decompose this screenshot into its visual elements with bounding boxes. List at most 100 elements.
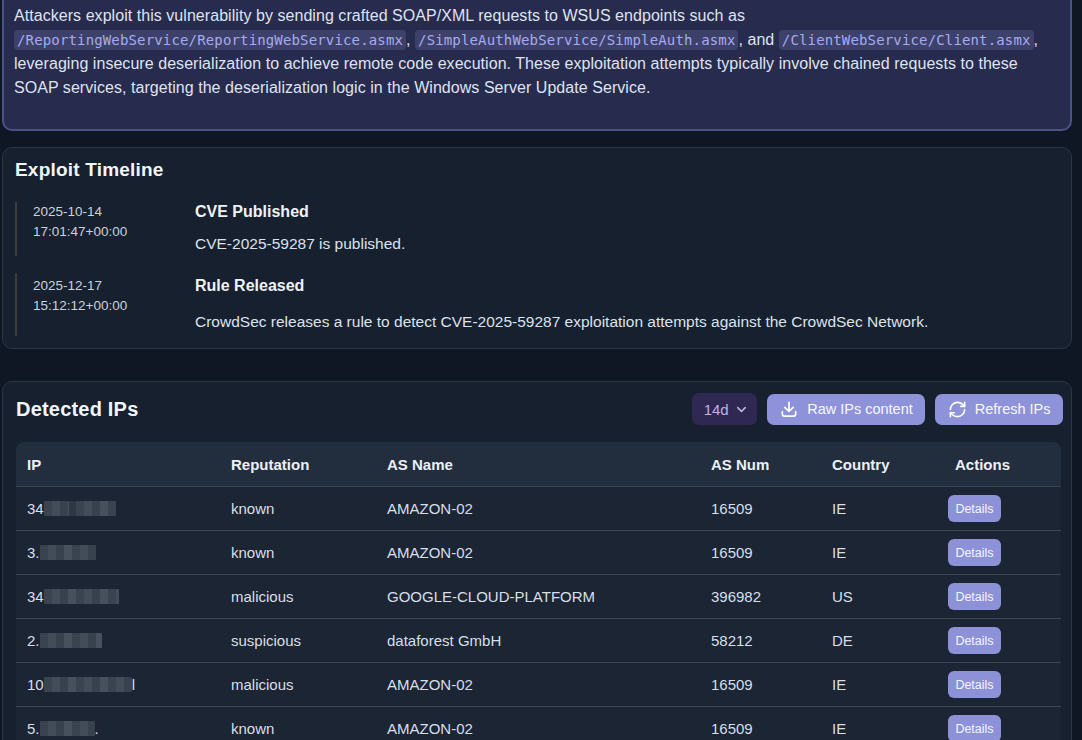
raw-ips-content-label: Raw IPs content — [807, 401, 913, 417]
cell-as-name: AMAZON-02 — [376, 720, 700, 737]
table-row: 5..knownAMAZON-0216509IEDetails — [16, 706, 1061, 740]
cell-actions: Details — [944, 539, 1061, 566]
cell-country: IE — [821, 500, 944, 517]
cell-reputation: suspicious — [220, 632, 376, 649]
cell-country: IE — [821, 720, 944, 737]
cell-as-name: AMAZON-02 — [376, 544, 700, 561]
cell-country: US — [821, 588, 944, 605]
cell-ip: 3. — [16, 544, 220, 561]
timeline-event-title: CVE Published — [195, 202, 1059, 222]
timeline-event-description: CrowdSec releases a rule to detect CVE-2… — [195, 312, 1059, 332]
ip-redacted-blur — [69, 501, 76, 516]
table-row: 3. knownAMAZON-0216509IEDetails — [16, 530, 1061, 574]
ip-visible-prefix: 5. — [27, 720, 40, 737]
timeline-event-date: 2025-12-17 — [33, 276, 195, 296]
column-header-ip: IP — [16, 456, 220, 473]
cell-ip: 34 — [16, 588, 220, 605]
timeline-event-time: 15:12:12+00:00 — [33, 296, 195, 316]
vulnerability-description-text: Attackers exploit this vulnerability by … — [14, 4, 1060, 99]
ip-visible-prefix: 10 — [27, 676, 44, 693]
description-text-before: Attackers exploit this vulnerability by … — [14, 7, 745, 24]
cell-actions: Details — [944, 715, 1061, 740]
cell-as-num: 16509 — [700, 676, 821, 693]
ip-visible-prefix: 3. — [27, 544, 40, 561]
ip-redacted-blur — [76, 501, 116, 516]
cell-reputation: known — [220, 544, 376, 561]
details-button[interactable]: Details — [948, 583, 1001, 610]
detected-ips-header: Detected IPs 14d Raw IPs content Refresh… — [11, 393, 1063, 425]
cell-as-num: 16509 — [700, 500, 821, 517]
detected-ips-controls: 14d Raw IPs content Refresh IPs — [692, 393, 1063, 425]
cell-as-num: 16509 — [700, 720, 821, 737]
cell-actions: Details — [944, 627, 1061, 654]
exploit-timeline-title: Exploit Timeline — [15, 159, 1059, 180]
ip-redacted-blur — [40, 545, 96, 560]
cell-reputation: malicious — [220, 676, 376, 693]
table-row: 10lmaliciousAMAZON-0216509IEDetails — [16, 662, 1061, 706]
column-header-reputation: Reputation — [220, 456, 376, 473]
timeline-event-title: Rule Released — [195, 276, 1059, 296]
timeline-event-datetime: 2025-10-1417:01:47+00:00 — [33, 202, 195, 254]
download-icon — [779, 399, 799, 419]
table-body: 34knownAMAZON-0216509IEDetails3.knownAMA… — [16, 486, 1061, 740]
cell-country: IE — [821, 544, 944, 561]
ip-redacted-blur — [44, 677, 132, 692]
cell-actions: Details — [944, 583, 1061, 610]
cell-as-num: 396982 — [700, 588, 821, 605]
ip-visible-prefix: 2. — [27, 632, 40, 649]
cell-actions: Details — [944, 495, 1061, 522]
column-header-as-num: AS Num — [700, 456, 821, 473]
refresh-ips-button[interactable]: Refresh IPs — [935, 394, 1063, 425]
cell-as-num: 16509 — [700, 544, 821, 561]
timeline-event-body: CVE Published CVE-2025-59287 is published… — [195, 202, 1059, 254]
column-header-actions: Actions — [944, 456, 1061, 473]
raw-ips-content-button[interactable]: Raw IPs content — [767, 394, 926, 425]
ip-visible-prefix: 34 — [27, 500, 44, 517]
table-row: 34 maliciousGOOGLE-CLOUD-PLATFORM396982US… — [16, 574, 1061, 618]
ip-visible-prefix: 34 — [27, 588, 44, 605]
cell-country: DE — [821, 632, 944, 649]
cell-reputation: malicious — [220, 588, 376, 605]
timeline-items: 2025-10-1417:01:47+00:00CVE PublishedCVE… — [15, 202, 1059, 336]
column-header-country: Country — [821, 456, 944, 473]
cell-as-name: GOOGLE-CLOUD-PLATFORM — [376, 588, 700, 605]
cell-as-num: 58212 — [700, 632, 821, 649]
cell-reputation: known — [220, 720, 376, 737]
detected-ips-panel: Detected IPs 14d Raw IPs content Refresh… — [2, 381, 1072, 740]
cell-country: IE — [821, 676, 944, 693]
cell-as-name: AMAZON-02 — [376, 500, 700, 517]
detected-ips-title: Detected IPs — [16, 399, 138, 420]
details-button[interactable]: Details — [948, 671, 1001, 698]
timeline-event-description: CVE-2025-59287 is published. — [195, 234, 1059, 254]
details-button[interactable]: Details — [948, 539, 1001, 566]
details-button[interactable]: Details — [948, 715, 1001, 740]
details-button[interactable]: Details — [948, 495, 1001, 522]
cell-ip: 34 — [16, 500, 220, 517]
table-header-row: IP Reputation AS Name AS Num Country Act… — [16, 442, 1061, 486]
timeline-event-date: 2025-10-14 — [33, 202, 195, 222]
period-select-value: 14d — [704, 401, 729, 418]
ip-visible-suffix: l — [132, 676, 135, 693]
column-header-as-name: AS Name — [376, 456, 700, 473]
ip-redacted-blur — [44, 589, 119, 604]
ip-redacted-blur — [44, 501, 69, 516]
endpoint-code-chip-simpleauth: /SimpleAuthWebService/SimpleAuth.asmx — [415, 30, 738, 50]
description-separator-2: , and — [738, 31, 778, 48]
period-select[interactable]: 14d — [692, 393, 757, 425]
description-separator-1: , — [406, 31, 415, 48]
detected-ips-table: IP Reputation AS Name AS Num Country Act… — [16, 442, 1061, 740]
refresh-icon — [948, 400, 967, 419]
cell-as-name: dataforest GmbH — [376, 632, 700, 649]
cell-ip: 2. — [16, 632, 220, 649]
endpoint-code-chip-client: /ClientWebService/Client.asmx — [779, 30, 1034, 50]
refresh-ips-label: Refresh IPs — [975, 401, 1051, 417]
table-row: 34 knownAMAZON-0216509IEDetails — [16, 486, 1061, 530]
ip-redacted-blur — [40, 721, 95, 736]
cell-reputation: known — [220, 500, 376, 517]
details-button[interactable]: Details — [948, 627, 1001, 654]
exploit-timeline-panel: Exploit Timeline 2025-10-1417:01:47+00:0… — [2, 147, 1072, 349]
timeline-event: 2025-12-1715:12:12+00:00Rule Released Cro… — [15, 273, 1059, 336]
cell-actions: Details — [944, 671, 1061, 698]
timeline-event-body: Rule Released CrowdSec releases a rule to… — [195, 276, 1059, 332]
table-row: 2. suspiciousdataforest GmbH58212DEDetail… — [16, 618, 1061, 662]
